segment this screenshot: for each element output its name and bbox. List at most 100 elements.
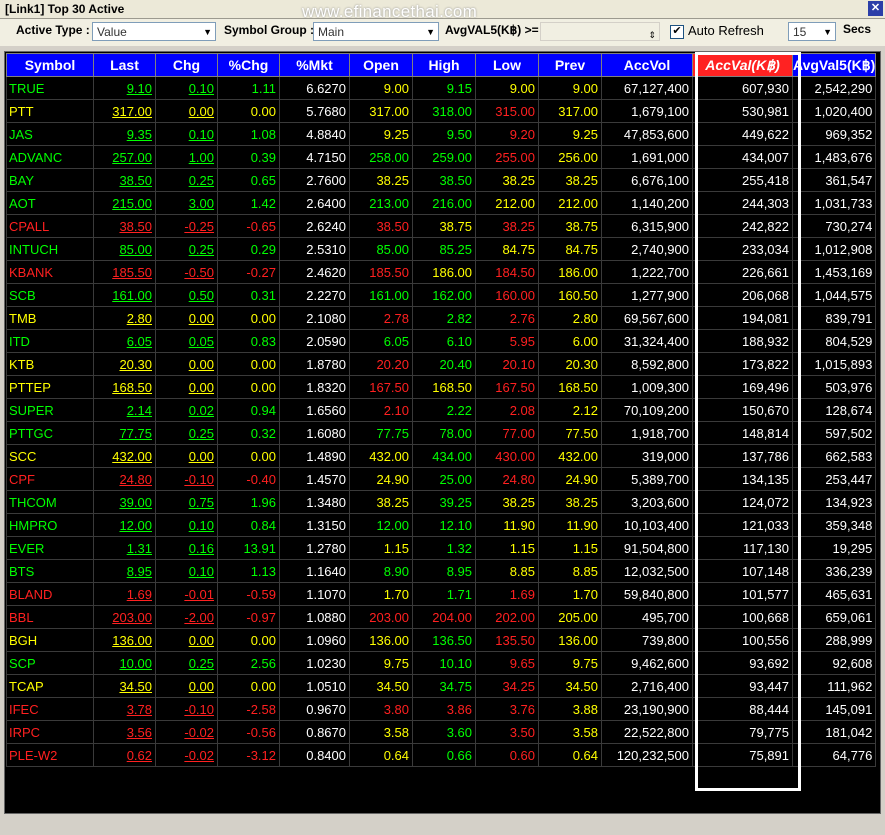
- table-row[interactable]: THCOM 39.00 0.75 1.96 1.3480 38.25 39.25 38.25 3…: [6, 490, 877, 514]
- symbol-group-select[interactable]: Main ▼: [313, 22, 439, 41]
- filter-toolbar: Active Type : Value ▼ Symbol Group : Mai…: [0, 19, 885, 46]
- cell-last: 12.00: [93, 513, 156, 537]
- refresh-interval-select[interactable]: 15 ▼: [788, 22, 836, 41]
- cell-avgval5: 92,608: [791, 651, 877, 675]
- cell-prev: 3.58: [538, 720, 602, 744]
- table-row[interactable]: SCC 432.00 0.00 0.00 1.4890 432.00 434.00 430.0…: [6, 444, 877, 468]
- cell-symbol: ITD: [6, 329, 94, 353]
- cell-last: 38.50: [93, 214, 156, 238]
- cell-chg: 0.00: [155, 306, 218, 330]
- cell-last: 20.30: [93, 352, 156, 376]
- cell-avgval5: 597,502: [791, 421, 877, 445]
- cell-symbol: EVER: [6, 536, 94, 560]
- cell-symbol: TCAP: [6, 674, 94, 698]
- table-row[interactable]: SUPER 2.14 0.02 0.94 1.6560 2.10 2.22 2.08 2.12 7…: [6, 398, 877, 422]
- column-header-1[interactable]: Last: [93, 53, 156, 77]
- cell-symbol: BGH: [6, 628, 94, 652]
- cell-accval: 150,670: [692, 398, 793, 422]
- table-row[interactable]: IRPC 3.56 -0.02 -0.56 0.8670 3.58 3.60 3.50 3.58…: [6, 720, 877, 744]
- cell-accvol: 3,203,600: [601, 490, 693, 514]
- table-row[interactable]: PTTGC 77.75 0.25 0.32 1.6080 77.75 78.00 77.00 7…: [6, 421, 877, 445]
- active-type-value: Value: [97, 25, 127, 39]
- cell-open: 9.00: [349, 76, 413, 100]
- cell-pmkt: 1.0510: [279, 674, 350, 698]
- cell-high: 39.25: [412, 490, 476, 514]
- cell-high: 136.50: [412, 628, 476, 652]
- cell-open: 203.00: [349, 605, 413, 629]
- table-row[interactable]: HMPRO 12.00 0.10 0.84 1.3150 12.00 12.10 11.90 1…: [6, 513, 877, 537]
- table-row[interactable]: TMB 2.80 0.00 0.00 2.1080 2.78 2.82 2.76 2.80 69,…: [6, 306, 877, 330]
- table-row[interactable]: SCB 161.00 0.50 0.31 2.2270 161.00 162.00 160.0…: [6, 283, 877, 307]
- table-row[interactable]: ITD 6.05 0.05 0.83 2.0590 6.05 6.10 5.95 6.00 31,…: [6, 329, 877, 353]
- table-row[interactable]: TCAP 34.50 0.00 0.00 1.0510 34.50 34.75 34.25 34…: [6, 674, 877, 698]
- cell-accval: 194,081: [692, 306, 793, 330]
- cell-accval: 100,556: [692, 628, 793, 652]
- column-header-7[interactable]: Low: [475, 53, 539, 77]
- column-header-9[interactable]: AccVol: [601, 53, 693, 77]
- close-icon[interactable]: ✕: [868, 1, 883, 16]
- column-header-10[interactable]: AccVal(K฿): [692, 53, 793, 77]
- cell-chg: -0.01: [155, 582, 218, 606]
- cell-avgval5: 19,295: [791, 536, 877, 560]
- cell-high: 12.10: [412, 513, 476, 537]
- table-row[interactable]: CPALL 38.50 -0.25 -0.65 2.6240 38.50 38.75 38.2…: [6, 214, 877, 238]
- cell-symbol: BTS: [6, 559, 94, 583]
- cell-pchg: -0.97: [217, 605, 280, 629]
- column-header-8[interactable]: Prev: [538, 53, 602, 77]
- cell-pchg: -3.12: [217, 743, 280, 767]
- table-row[interactable]: IFEC 3.78 -0.10 -2.58 0.9670 3.80 3.86 3.76 3.88…: [6, 697, 877, 721]
- table-row[interactable]: AOT 215.00 3.00 1.42 2.6400 213.00 216.00 212.0…: [6, 191, 877, 215]
- table-row[interactable]: BGH 136.00 0.00 0.00 1.0960 136.00 136.50 135.5…: [6, 628, 877, 652]
- cell-accvol: 2,716,400: [601, 674, 693, 698]
- cell-symbol: PTTEP: [6, 375, 94, 399]
- cell-accval: 100,668: [692, 605, 793, 629]
- table-row[interactable]: SCP 10.00 0.25 2.56 1.0230 9.75 10.10 9.65 9.75 9…: [6, 651, 877, 675]
- table-row[interactable]: JAS 9.35 0.10 1.08 4.8840 9.25 9.50 9.20 9.25 47,…: [6, 122, 877, 146]
- table-row[interactable]: CPF 24.80 -0.10 -0.40 1.4570 24.90 25.00 24.80 2…: [6, 467, 877, 491]
- cell-avgval5: 2,542,290: [791, 76, 877, 100]
- table-row[interactable]: BLAND 1.69 -0.01 -0.59 1.1070 1.70 1.71 1.69 1.7…: [6, 582, 877, 606]
- table-row[interactable]: PLE-W2 0.62 -0.02 -3.12 0.8400 0.64 0.66 0.60 0.…: [6, 743, 877, 767]
- table-row[interactable]: BTS 8.95 0.10 1.13 1.1640 8.90 8.95 8.85 8.85 12,…: [6, 559, 877, 583]
- cell-prev: 1.15: [538, 536, 602, 560]
- table-row[interactable]: KTB 20.30 0.00 0.00 1.8780 20.20 20.40 20.10 20.…: [6, 352, 877, 376]
- table-row[interactable]: PTTEP 168.50 0.00 0.00 1.8320 167.50 168.50 167…: [6, 375, 877, 399]
- table-row[interactable]: KBANK 185.50 -0.50 -0.27 2.4620 185.50 186.00 1…: [6, 260, 877, 284]
- table-row[interactable]: ADVANC 257.00 1.00 0.39 4.7150 258.00 259.00 25…: [6, 145, 877, 169]
- column-header-5[interactable]: Open: [349, 53, 413, 77]
- chevron-down-icon: ▼: [823, 27, 832, 37]
- cell-accvol: 1,222,700: [601, 260, 693, 284]
- cell-pmkt: 1.1640: [279, 559, 350, 583]
- cell-accval: 134,135: [692, 467, 793, 491]
- cell-prev: 9.75: [538, 651, 602, 675]
- table-row[interactable]: EVER 1.31 0.16 13.91 1.2780 1.15 1.32 1.15 1.15 9…: [6, 536, 877, 560]
- cell-pchg: -0.59: [217, 582, 280, 606]
- cell-accvol: 67,127,400: [601, 76, 693, 100]
- cell-prev: 38.25: [538, 168, 602, 192]
- table-row[interactable]: TRUE 9.10 0.10 1.11 6.6270 9.00 9.15 9.00 9.00 67…: [6, 76, 877, 100]
- cell-prev: 9.00: [538, 76, 602, 100]
- table-row[interactable]: BAY 38.50 0.25 0.65 2.7600 38.25 38.50 38.25 38.…: [6, 168, 877, 192]
- cell-high: 204.00: [412, 605, 476, 629]
- column-header-2[interactable]: Chg: [155, 53, 218, 77]
- cell-pmkt: 1.8320: [279, 375, 350, 399]
- column-header-6[interactable]: High: [412, 53, 476, 77]
- chevron-down-icon: ▼: [426, 27, 435, 37]
- spinner-icon[interactable]: ⇕: [648, 30, 656, 41]
- column-header-0[interactable]: Symbol: [6, 53, 94, 77]
- avg-filter-input[interactable]: ⇕: [540, 22, 660, 41]
- column-header-11[interactable]: AvgVal5(K฿): [791, 53, 877, 77]
- cell-prev: 2.12: [538, 398, 602, 422]
- active-type-select[interactable]: Value ▼: [92, 22, 216, 41]
- column-header-4[interactable]: %Mkt: [279, 53, 350, 77]
- table-row[interactable]: PTT 317.00 0.00 0.00 5.7680 317.00 318.00 315.0…: [6, 99, 877, 123]
- auto-refresh-checkbox[interactable]: ✔: [670, 25, 684, 39]
- table-row[interactable]: BBL 203.00 -2.00 -0.97 1.0880 203.00 204.00 202…: [6, 605, 877, 629]
- column-header-3[interactable]: %Chg: [217, 53, 280, 77]
- cell-prev: 38.25: [538, 490, 602, 514]
- cell-prev: 317.00: [538, 99, 602, 123]
- table-row[interactable]: INTUCH 85.00 0.25 0.29 2.5310 85.00 85.25 84.75…: [6, 237, 877, 261]
- cell-avgval5: 1,031,733: [791, 191, 877, 215]
- cell-chg: 0.00: [155, 674, 218, 698]
- cell-pchg: 2.56: [217, 651, 280, 675]
